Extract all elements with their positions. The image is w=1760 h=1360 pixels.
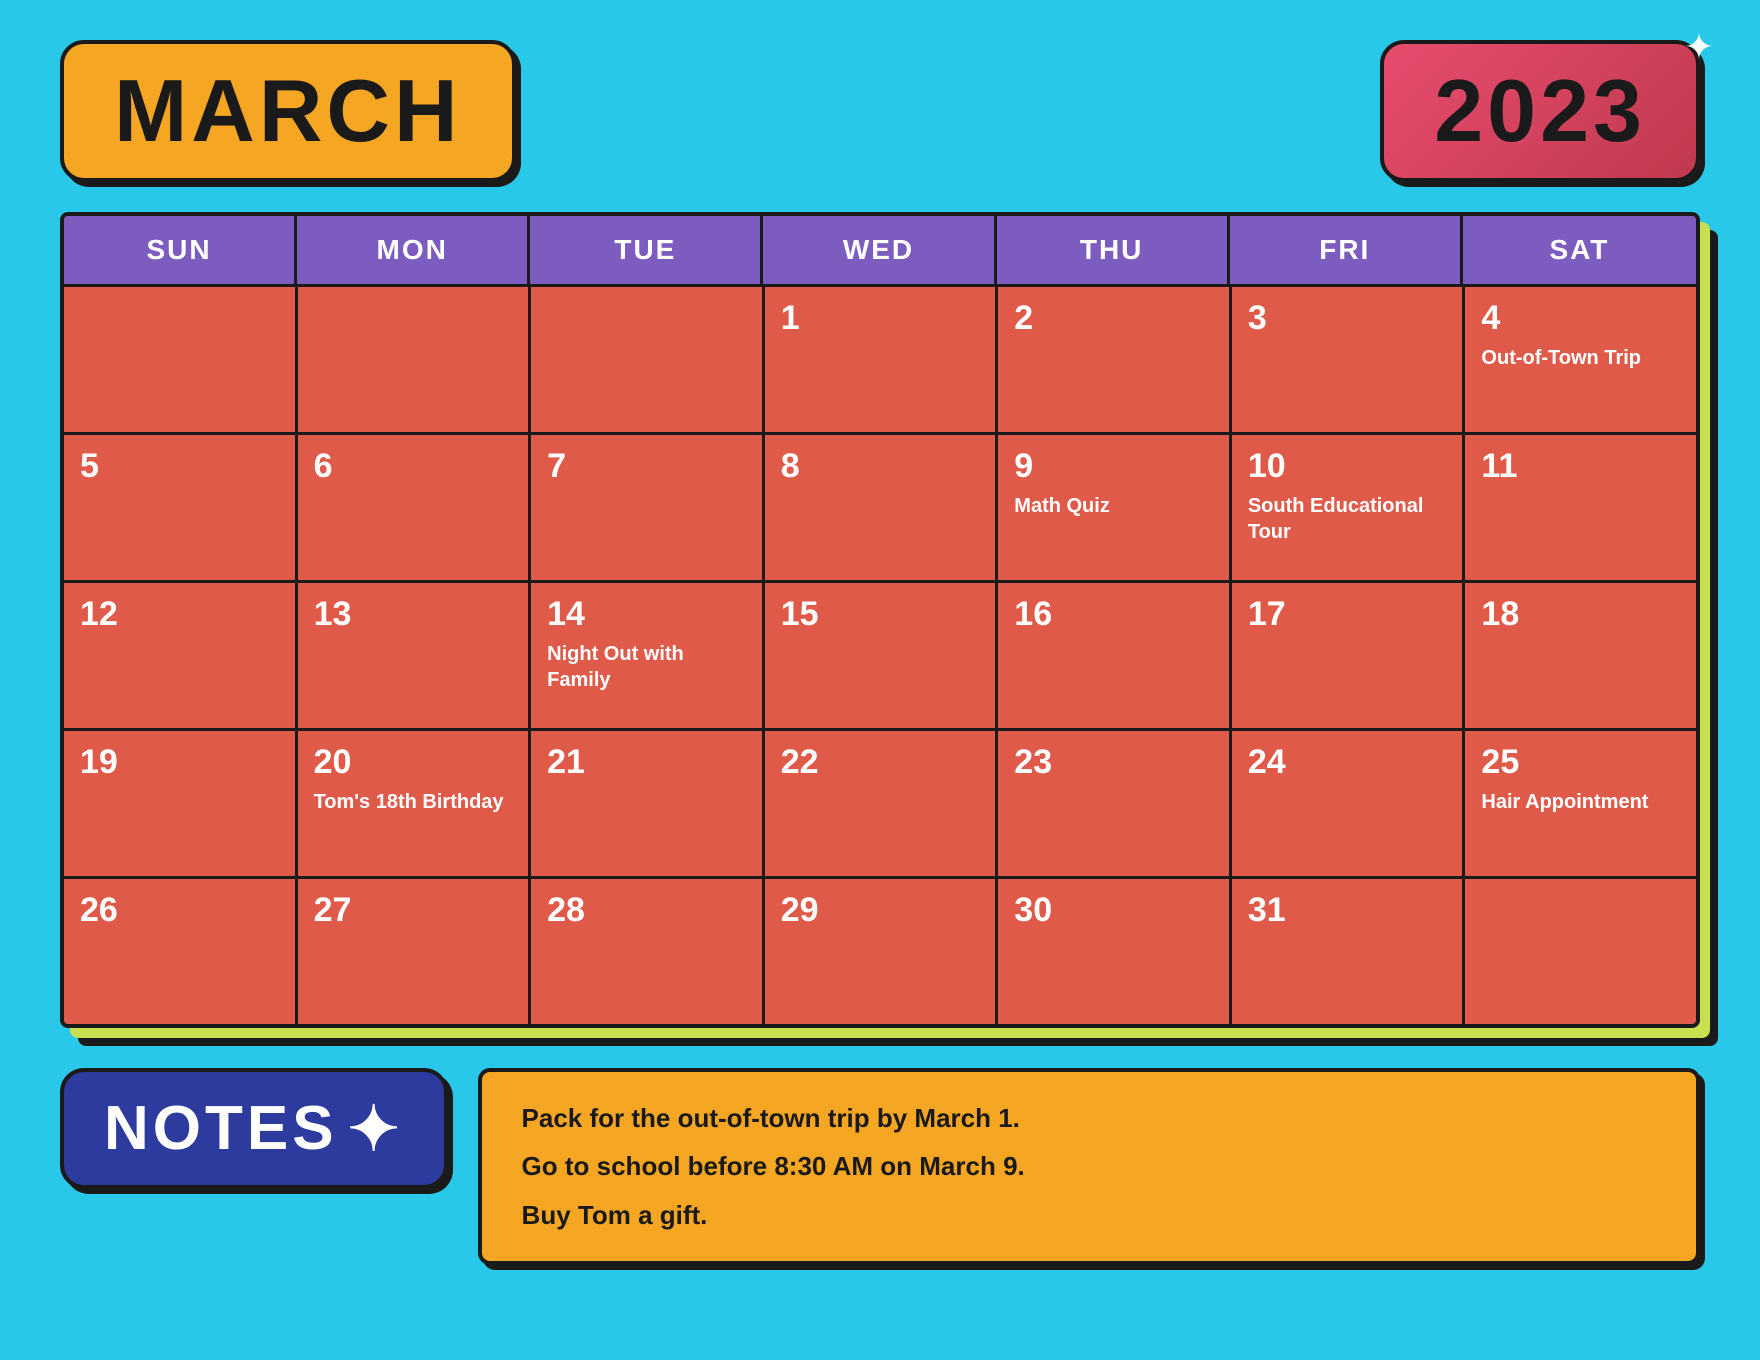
month-label: MARCH	[114, 61, 462, 160]
day-cell[interactable]	[531, 287, 762, 432]
day-number: 21	[547, 745, 746, 779]
month-badge: MARCH	[60, 40, 516, 182]
day-number: 2	[1014, 301, 1213, 335]
day-number: 8	[781, 449, 980, 483]
year-badge: 2023 ✦	[1380, 40, 1700, 182]
day-number: 11	[1481, 449, 1680, 483]
day-cell[interactable]: 20 Tom's 18th Birthday	[298, 731, 529, 876]
day-cell[interactable]: 1	[765, 287, 996, 432]
day-cell[interactable]: 14 Night Out with Family	[531, 583, 762, 728]
day-number: 12	[80, 597, 279, 631]
day-cell[interactable]: 28	[531, 879, 762, 1024]
header-wed: WED	[763, 216, 996, 287]
header-tue: TUE	[530, 216, 763, 287]
day-cell[interactable]: 4 Out-of-Town Trip	[1465, 287, 1696, 432]
day-cell[interactable]: 15	[765, 583, 996, 728]
day-number: 13	[314, 597, 513, 631]
day-number: 18	[1481, 597, 1680, 631]
day-cell[interactable]: 19	[64, 731, 295, 876]
day-cell[interactable]: 23	[998, 731, 1229, 876]
day-event: Tom's 18th Birthday	[314, 789, 513, 815]
calendar-grid: 1234Out-of-Town Trip56789Math Quiz10Sout…	[64, 287, 1696, 1024]
day-cell[interactable]: 18	[1465, 583, 1696, 728]
day-cell[interactable]: 7	[531, 435, 762, 580]
day-number: 7	[547, 449, 746, 483]
notes-badge: NOTES ✦	[60, 1068, 448, 1189]
notes-section: NOTES ✦ Pack for the out-of-town trip by…	[60, 1068, 1700, 1265]
day-cell[interactable]: 25 Hair Appointment	[1465, 731, 1696, 876]
year-badge-wrapper: 2023 ✦	[1380, 40, 1700, 182]
day-number: 25	[1481, 745, 1680, 779]
day-cell[interactable]: 10 South Educational Tour	[1232, 435, 1463, 580]
day-number: 31	[1248, 893, 1447, 927]
day-cell[interactable]: 8	[765, 435, 996, 580]
day-number: 29	[781, 893, 980, 927]
day-number: 26	[80, 893, 279, 927]
header-thu: THU	[997, 216, 1230, 287]
day-number: 19	[80, 745, 279, 779]
day-cell[interactable]: 26	[64, 879, 295, 1024]
day-cell[interactable]: 13	[298, 583, 529, 728]
day-cell[interactable]: 16	[998, 583, 1229, 728]
day-event: Math Quiz	[1014, 493, 1213, 519]
day-cell[interactable]	[64, 287, 295, 432]
day-cell[interactable]: 6	[298, 435, 529, 580]
day-number: 4	[1481, 301, 1680, 335]
calendar-main: SUN MON TUE WED THU FRI SAT 1234Out-of-T…	[60, 212, 1700, 1028]
day-cell[interactable]: 11	[1465, 435, 1696, 580]
notes-badge-wrapper: NOTES ✦	[60, 1068, 448, 1265]
calendar-header: MARCH 2023 ✦	[60, 40, 1700, 182]
day-number: 16	[1014, 597, 1213, 631]
notes-label: NOTES	[104, 1093, 338, 1164]
day-number: 6	[314, 449, 513, 483]
header-sun: SUN	[64, 216, 297, 287]
day-cell[interactable]: 9 Math Quiz	[998, 435, 1229, 580]
day-number: 3	[1248, 301, 1447, 335]
day-cell[interactable]: 21	[531, 731, 762, 876]
day-number: 30	[1014, 893, 1213, 927]
sparkle-icon: ✦	[1684, 26, 1714, 68]
day-cell[interactable]	[298, 287, 529, 432]
day-number: 9	[1014, 449, 1213, 483]
day-event: Hair Appointment	[1481, 789, 1680, 815]
day-number: 23	[1014, 745, 1213, 779]
year-label: 2023	[1434, 61, 1646, 160]
day-headers-row: SUN MON TUE WED THU FRI SAT	[64, 216, 1696, 287]
header-sat: SAT	[1463, 216, 1696, 287]
day-number: 24	[1248, 745, 1447, 779]
day-number: 15	[781, 597, 980, 631]
day-cell[interactable]	[1465, 879, 1696, 1024]
day-cell[interactable]: 12	[64, 583, 295, 728]
day-number: 1	[781, 301, 980, 335]
day-number: 20	[314, 745, 513, 779]
day-cell[interactable]: 30	[998, 879, 1229, 1024]
day-event: South Educational Tour	[1248, 493, 1447, 545]
day-cell[interactable]: 31	[1232, 879, 1463, 1024]
note-item: Buy Tom a gift.	[522, 1197, 1656, 1233]
note-item: Go to school before 8:30 AM on March 9.	[522, 1148, 1656, 1184]
day-cell[interactable]: 24	[1232, 731, 1463, 876]
day-number: 17	[1248, 597, 1447, 631]
day-cell[interactable]: 27	[298, 879, 529, 1024]
day-number: 5	[80, 449, 279, 483]
day-cell[interactable]: 2	[998, 287, 1229, 432]
day-cell[interactable]: 5	[64, 435, 295, 580]
day-number: 10	[1248, 449, 1447, 483]
notes-content: Pack for the out-of-town trip by March 1…	[478, 1068, 1700, 1265]
day-event: Out-of-Town Trip	[1481, 345, 1680, 371]
day-cell[interactable]: 17	[1232, 583, 1463, 728]
note-item: Pack for the out-of-town trip by March 1…	[522, 1100, 1656, 1136]
day-cell[interactable]: 29	[765, 879, 996, 1024]
day-cell[interactable]: 3	[1232, 287, 1463, 432]
day-number: 27	[314, 893, 513, 927]
day-number: 14	[547, 597, 746, 631]
day-event: Night Out with Family	[547, 641, 746, 693]
day-number: 28	[547, 893, 746, 927]
notes-sparkle-icon: ✦	[348, 1092, 404, 1165]
calendar-wrapper: SUN MON TUE WED THU FRI SAT 1234Out-of-T…	[60, 212, 1700, 1028]
header-mon: MON	[297, 216, 530, 287]
day-number: 22	[781, 745, 980, 779]
header-fri: FRI	[1230, 216, 1463, 287]
day-cell[interactable]: 22	[765, 731, 996, 876]
